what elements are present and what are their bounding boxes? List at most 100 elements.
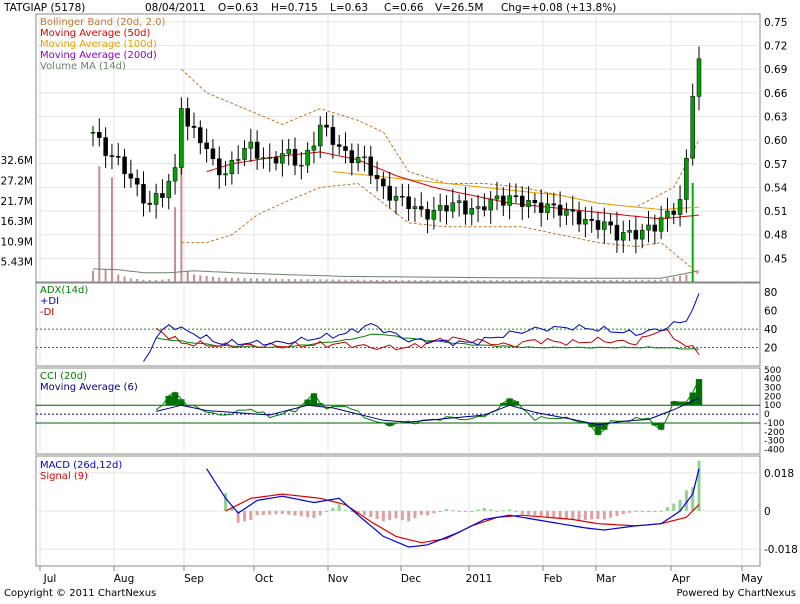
legend-entry: Moving Average (200d) <box>40 50 157 61</box>
volume-bar <box>641 280 643 282</box>
adx-tick-label: 40 <box>764 324 777 336</box>
candle-body <box>583 219 587 224</box>
macd-histogram-bar <box>622 511 625 514</box>
candle-body <box>684 158 688 199</box>
volume-bar <box>685 275 687 282</box>
macd-histogram-bar <box>584 511 587 520</box>
price-tick-label: 0.72 <box>764 41 787 53</box>
candle-body <box>577 211 581 224</box>
macd-histogram-bar <box>388 511 391 520</box>
candle-body <box>110 156 114 157</box>
candle-body <box>659 218 663 232</box>
adx-tick-label: 60 <box>764 306 777 318</box>
month-tick-label: 2011 <box>466 573 493 585</box>
candle-body <box>198 128 202 143</box>
macd-histogram-bar <box>489 510 492 511</box>
macd-histogram-bar <box>319 511 322 515</box>
macd-histogram-bar <box>331 508 334 511</box>
quote-low: L=0.63 <box>330 2 368 14</box>
candle-body <box>615 225 619 240</box>
macd-histogram-bar <box>634 511 637 512</box>
volume-axis-ticks: 32.6M27.2M21.7M16.3M10.9M5.43M <box>1 155 33 269</box>
candle-body <box>508 196 512 206</box>
volume-bar <box>635 280 637 282</box>
volume-bar <box>338 280 340 282</box>
macd-histogram-bar <box>395 511 398 518</box>
candle-body <box>653 225 657 231</box>
legend-entry: Moving Average (6) <box>40 382 138 393</box>
volume-bar <box>351 280 353 282</box>
volume-tick-label: 27.2M <box>1 175 33 187</box>
volume-bar <box>408 280 410 282</box>
candle-body <box>419 206 423 209</box>
macd-histogram-bar <box>533 511 536 515</box>
macd-histogram-bar <box>376 511 379 519</box>
legend-entry: MACD (26d,12d) <box>40 460 122 471</box>
month-tick-label: Aug <box>114 573 135 585</box>
candle-body <box>697 59 701 97</box>
price-tick-label: 0.60 <box>764 135 787 147</box>
price-tick-label: 0.57 <box>764 159 787 171</box>
volume-bar <box>174 207 176 282</box>
volume-bar <box>313 279 315 282</box>
candle-body <box>350 151 354 163</box>
candle-body <box>211 149 215 159</box>
macd-histogram-bar <box>578 511 581 520</box>
macd-histogram-bar <box>363 511 366 515</box>
month-tick-label: Apr <box>672 573 691 585</box>
volume-bar <box>673 277 675 282</box>
price-panel: 0.750.720.690.660.630.600.570.540.510.48… <box>1 14 788 282</box>
candle-body <box>135 178 139 184</box>
candle-body <box>167 181 171 197</box>
legend-entry: ADX(14d) <box>40 285 88 296</box>
volume-bar <box>389 280 391 282</box>
volume-bar <box>218 278 220 282</box>
candle-body <box>602 222 606 230</box>
macd-histogram-bar <box>628 511 631 513</box>
volume-bar <box>654 280 656 282</box>
month-tick-label: Sep <box>184 573 204 585</box>
candle-body <box>463 201 467 214</box>
candle-body <box>558 205 562 215</box>
candle-body <box>154 193 158 204</box>
volume-bar <box>591 280 593 282</box>
candle-body <box>344 147 348 151</box>
macd-histogram-bar <box>470 511 473 512</box>
candle-body <box>123 157 127 174</box>
candle-body <box>192 126 196 127</box>
volume-bar <box>496 280 498 282</box>
volume-bar <box>490 280 492 282</box>
macd-histogram-bar <box>666 507 669 511</box>
price-tick-label: 0.63 <box>764 111 787 123</box>
macd-histogram-bar <box>597 511 600 519</box>
candle-body <box>470 208 474 214</box>
volume-bar <box>414 280 416 282</box>
macd-histogram-bar <box>294 511 297 516</box>
candle-body <box>596 221 600 230</box>
adx-panel: 80604020 ADX(14d)+DI-DI <box>36 283 777 366</box>
volume-bar <box>458 280 460 282</box>
volume-bar <box>225 278 227 282</box>
volume-bar <box>294 279 296 282</box>
quote-volume: V=26.5M <box>435 2 483 14</box>
legend-entry: -DI <box>40 307 54 318</box>
macd-tick-label: 0.018 <box>764 468 794 480</box>
candle-body <box>186 108 190 126</box>
legend-entry: Volume MA (14d) <box>40 61 126 72</box>
month-axis: JulAugSepOctNovDec2011FebMarAprMay <box>36 566 763 585</box>
cci-panel: 5004003002001000-100-200-300-400 CCI (20… <box>36 366 785 456</box>
macd-histogram-bar <box>483 508 486 511</box>
footer: Copyright © 2011 ChartNexus Powered by C… <box>4 588 796 599</box>
volume-tick-label: 32.6M <box>1 155 33 167</box>
macd-histogram-bar <box>275 511 278 514</box>
macd-gridlines <box>36 456 760 566</box>
volume-bar <box>319 279 321 282</box>
macd-histogram-bar <box>552 511 555 518</box>
macd-histogram-bar <box>338 504 341 511</box>
adx-tick-label: 20 <box>764 343 777 355</box>
volume-bar <box>168 279 170 282</box>
macd-histogram-bar <box>407 511 410 521</box>
volume-bar <box>288 279 290 282</box>
symbol-label: TATGIAP (5178) <box>3 2 85 14</box>
volume-bar <box>250 278 252 282</box>
